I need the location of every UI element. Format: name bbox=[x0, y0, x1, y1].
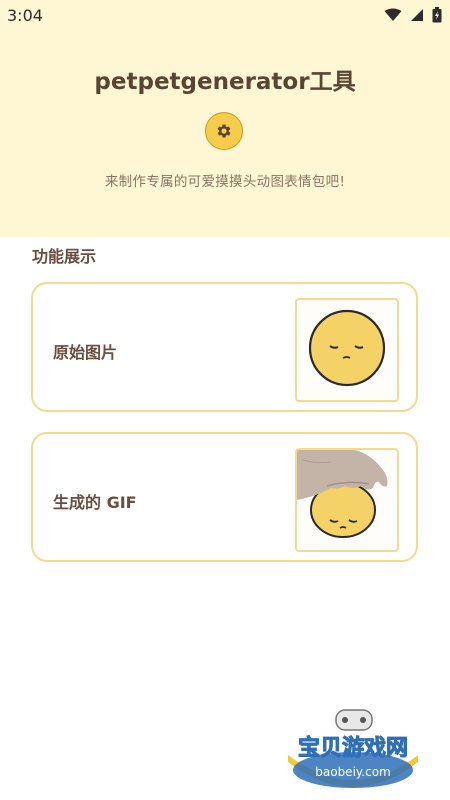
watermark-logo: 宝贝游戏网 baobeiy.com bbox=[278, 700, 428, 795]
gear-icon bbox=[217, 124, 231, 138]
original-image-thumbnail[interactable] bbox=[295, 298, 399, 402]
battery-icon bbox=[432, 7, 442, 23]
wifi-icon bbox=[384, 8, 402, 21]
hand-petting-face-image bbox=[297, 450, 388, 538]
status-icons bbox=[384, 6, 442, 24]
generated-gif-card[interactable]: 生成的 GIF bbox=[31, 432, 418, 562]
page-subtitle: 来制作专属的可爱摸摸头动图表情包吧! bbox=[104, 174, 346, 190]
card-label: 原始图片 bbox=[53, 343, 118, 362]
settings-button[interactable] bbox=[205, 112, 243, 150]
sleepy-face-icon bbox=[308, 309, 386, 387]
watermark-site: baobeiy.com bbox=[315, 765, 390, 779]
section-title: 功能展示 bbox=[32, 247, 97, 266]
watermark-brand: 宝贝游戏网 bbox=[298, 735, 408, 761]
original-image-card[interactable]: 原始图片 bbox=[31, 282, 418, 412]
header: 3:04 petpetgenerator工具 来制作专属的可爱摸摸头动图表情包吧… bbox=[0, 0, 450, 237]
generated-gif-thumbnail[interactable] bbox=[295, 448, 399, 552]
card-label: 生成的 GIF bbox=[53, 493, 137, 512]
page-title: petpetgenerator工具 bbox=[94, 69, 356, 95]
signal-icon bbox=[411, 9, 423, 21]
status-bar: 3:04 bbox=[0, 0, 450, 32]
status-time: 3:04 bbox=[7, 6, 43, 25]
